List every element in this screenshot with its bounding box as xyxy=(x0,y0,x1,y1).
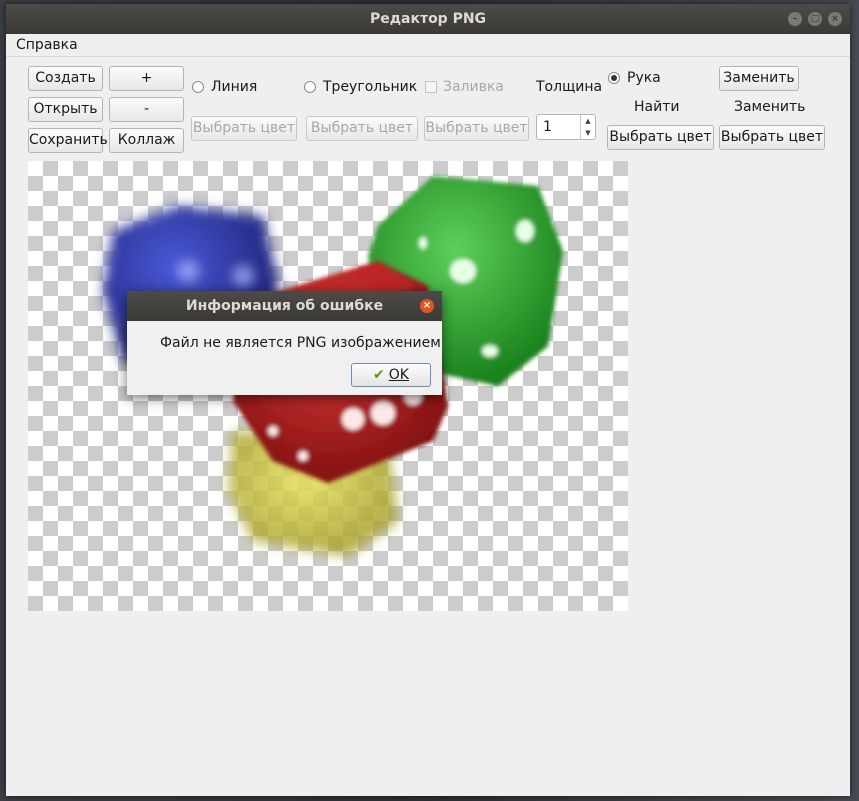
maximize-icon[interactable]: □ xyxy=(808,12,822,26)
dialog-titlebar[interactable]: Информация об ошибке × xyxy=(127,291,442,321)
find-color-button[interactable]: Выбрать цвет xyxy=(607,125,714,150)
dialog-message: Файл не является PNG изображением xyxy=(160,335,441,351)
replace-button[interactable]: Заменить xyxy=(719,66,799,91)
minimize-icon[interactable]: – xyxy=(788,12,802,26)
window-titlebar[interactable]: Редактор PNG – □ × xyxy=(6,4,850,34)
error-dialog: Информация об ошибке × Файл не является … xyxy=(127,291,442,395)
line-radio[interactable] xyxy=(192,81,204,93)
thickness-spinbox[interactable]: 1 ▲ ▼ xyxy=(536,114,596,140)
line-color-button[interactable]: Выбрать цвет xyxy=(191,116,297,141)
window-title: Редактор PNG xyxy=(369,11,487,27)
line-label[interactable]: Линия xyxy=(211,79,257,95)
triangle-color-button[interactable]: Выбрать цвет xyxy=(306,116,418,141)
create-button[interactable]: Создать xyxy=(28,66,103,91)
find-label: Найти xyxy=(634,99,680,115)
ok-button[interactable]: ✔ OK xyxy=(351,363,431,387)
thickness-label: Толщина xyxy=(536,79,603,95)
collage-button[interactable]: Коллаж xyxy=(109,128,184,153)
ok-label: OK xyxy=(388,367,409,383)
triangle-radio[interactable] xyxy=(304,81,316,93)
triangle-label[interactable]: Треугольник xyxy=(323,79,417,95)
main-window: Редактор PNG – □ × Справка Создать Откры… xyxy=(6,4,850,796)
menu-help[interactable]: Справка xyxy=(16,37,78,53)
dialog-close-icon[interactable]: × xyxy=(420,299,434,313)
save-button[interactable]: Сохранить xyxy=(28,128,108,153)
hand-label[interactable]: Рука xyxy=(627,70,661,86)
zoom-in-button[interactable]: + xyxy=(109,66,184,91)
hand-radio[interactable] xyxy=(608,72,620,84)
fill-label[interactable]: Заливка xyxy=(443,79,504,95)
fill-checkbox[interactable] xyxy=(425,81,437,93)
replace-label: Заменить xyxy=(734,99,806,115)
fill-color-button[interactable]: Выбрать цвет xyxy=(424,116,529,141)
dialog-title: Информация об ошибке xyxy=(185,298,384,314)
zoom-out-button[interactable]: - xyxy=(109,97,184,122)
spin-arrows-icon[interactable]: ▲ ▼ xyxy=(580,115,595,139)
check-icon: ✔ xyxy=(373,367,385,383)
close-icon[interactable]: × xyxy=(828,12,842,26)
menu-bar: Справка xyxy=(6,34,850,57)
replace-color-button[interactable]: Выбрать цвет xyxy=(719,125,825,150)
thickness-value: 1 xyxy=(543,119,552,135)
open-button[interactable]: Открыть xyxy=(28,97,103,122)
